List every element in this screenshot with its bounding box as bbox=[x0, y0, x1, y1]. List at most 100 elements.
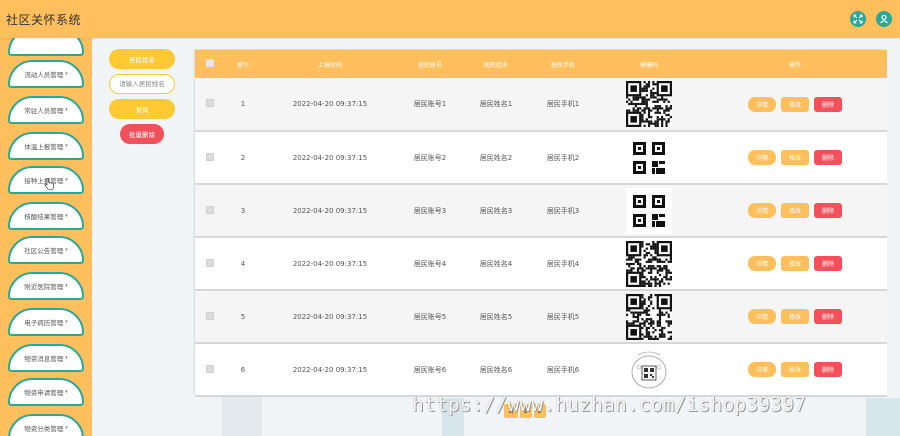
edit-button[interactable]: 修改 bbox=[781, 150, 809, 165]
user-button[interactable] bbox=[876, 11, 892, 27]
cell-account: 居民账号5 bbox=[399, 290, 461, 344]
cell-health-code bbox=[595, 184, 703, 238]
sidebar-item-supply-messages[interactable]: 物资消息管理 ▾ bbox=[8, 344, 84, 372]
cell-report-time: 2022-04-20 09:37:15 bbox=[261, 78, 399, 132]
user-icon bbox=[880, 14, 888, 24]
sidebar-item-label: 核酸结果管理 bbox=[24, 213, 64, 221]
cell-phone: 居民手机3 bbox=[531, 184, 595, 238]
sidebar-item-label: 社区公告管理 bbox=[24, 247, 64, 255]
sidebar-item-hidden[interactable] bbox=[8, 38, 84, 56]
cell-index: 3 bbox=[225, 184, 261, 238]
cell-phone: 居民手机5 bbox=[531, 290, 595, 344]
cell-actions: 详情 修改 删除 bbox=[703, 78, 887, 132]
table-row: 5 2022-04-20 09:37:15 居民账号5 居民姓名5 居民手机5 … bbox=[195, 290, 887, 344]
cell-index: 6 bbox=[225, 343, 261, 397]
edit-button[interactable]: 修改 bbox=[781, 362, 809, 377]
cell-index: 1 bbox=[225, 78, 261, 132]
cell-phone: 居民手机1 bbox=[531, 78, 595, 132]
column-header: 操作 bbox=[788, 61, 801, 69]
cell-name: 居民姓名4 bbox=[461, 237, 531, 291]
view-button[interactable]: 详情 bbox=[748, 256, 776, 271]
sidebar-item-supply-categories[interactable]: 物资分类管理 ▾ bbox=[8, 414, 84, 436]
sidebar-item-supply-requests[interactable]: 物资申请管理 ▾ bbox=[8, 378, 84, 406]
sidebar-item-community-notices[interactable]: 社区公告管理 ▾ bbox=[8, 236, 84, 264]
cell-account: 居民账号2 bbox=[399, 131, 461, 185]
delete-button[interactable]: 删除 bbox=[814, 309, 842, 324]
cell-phone: 居民手机6 bbox=[531, 343, 595, 397]
column-header: 上报时间 bbox=[317, 61, 342, 69]
row-checkbox[interactable] bbox=[206, 205, 214, 214]
chevron-down-icon: ▾ bbox=[65, 177, 68, 183]
cell-actions: 详情 修改 删除 bbox=[703, 131, 887, 185]
view-button[interactable]: 详情 bbox=[748, 309, 776, 324]
cell-health-code bbox=[595, 343, 703, 397]
qr-code-icon bbox=[626, 187, 672, 234]
cell-phone: 居民手机4 bbox=[531, 237, 595, 291]
sidebar-item-resident-people[interactable]: 常驻人员管理 ▾ bbox=[8, 96, 84, 124]
row-checkbox[interactable] bbox=[206, 99, 214, 107]
delete-button[interactable]: 删除 bbox=[814, 96, 842, 112]
fullscreen-button[interactable] bbox=[850, 11, 866, 27]
table-row: 1 2022-04-20 09:37:15 居民账号1 居民姓名1 居民手机1 … bbox=[195, 78, 887, 132]
sidebar-item-temperature-report[interactable]: 体温上报管理 ▾ bbox=[8, 132, 84, 160]
chevron-down-icon: ▾ bbox=[65, 247, 68, 253]
delete-button[interactable]: 删除 bbox=[814, 203, 842, 218]
cell-actions: 详情 修改 删除 bbox=[703, 343, 887, 397]
cell-name: 居民姓名2 bbox=[461, 131, 531, 185]
cell-phone: 居民手机2 bbox=[531, 131, 595, 185]
table-row: 3 2022-04-20 09:37:15 居民账号3 居民姓名3 居民手机3 … bbox=[195, 184, 887, 238]
delete-button[interactable]: 删除 bbox=[814, 256, 842, 271]
edit-button[interactable]: 修改 bbox=[781, 96, 809, 112]
chevron-down-icon: ▾ bbox=[65, 71, 68, 77]
chevron-down-icon: ▾ bbox=[65, 389, 68, 395]
cell-report-time: 2022-04-20 09:37:15 bbox=[261, 290, 399, 344]
sidebar-item-label: 物资分类管理 bbox=[24, 425, 64, 433]
cell-health-code bbox=[595, 290, 703, 344]
header-tools bbox=[850, 11, 892, 27]
row-checkbox[interactable] bbox=[206, 311, 214, 320]
cell-actions: 详情 修改 删除 bbox=[703, 290, 887, 344]
cell-name: 居民姓名5 bbox=[461, 290, 531, 344]
select-all-checkbox[interactable] bbox=[206, 59, 214, 67]
cell-account: 居民账号3 bbox=[399, 184, 461, 238]
background-block bbox=[866, 398, 900, 436]
cell-report-time: 2022-04-20 09:37:15 bbox=[261, 131, 399, 185]
batch-delete-button[interactable]: 批量删除 bbox=[120, 124, 164, 144]
sidebar-item-label: 体温上报管理 bbox=[24, 143, 64, 151]
row-checkbox[interactable] bbox=[206, 152, 214, 161]
cell-report-time: 2022-04-20 09:37:15 bbox=[261, 343, 399, 397]
fullscreen-icon bbox=[853, 14, 863, 24]
sidebar-item-medical-records[interactable]: 电子病历管理 ▾ bbox=[8, 308, 84, 336]
cell-report-time: 2022-04-20 09:37:15 bbox=[261, 237, 399, 291]
cell-health-code bbox=[595, 237, 703, 291]
sidebar-item-floating-residents[interactable]: 流动人员管理 ▾ bbox=[8, 60, 84, 88]
qr-code-icon bbox=[626, 346, 672, 393]
query-button[interactable]: 查询 bbox=[109, 99, 175, 119]
sidebar-item-label: 物资申请管理 bbox=[24, 389, 64, 397]
view-button[interactable]: 详情 bbox=[748, 203, 776, 218]
edit-button[interactable]: 修改 bbox=[781, 256, 809, 271]
qr-code-icon bbox=[626, 240, 672, 287]
view-button[interactable]: 详情 bbox=[748, 96, 776, 112]
app-title: 社区关怀系统 bbox=[6, 12, 82, 27]
sidebar-item-label: 流动人员管理 bbox=[24, 71, 64, 79]
view-button[interactable]: 详情 bbox=[748, 362, 776, 377]
edit-button[interactable]: 修改 bbox=[781, 203, 809, 218]
view-button[interactable]: 详情 bbox=[748, 150, 776, 165]
sidebar-item-nearby-hospitals[interactable]: 附近医院管理 ▾ bbox=[8, 272, 84, 300]
row-checkbox[interactable] bbox=[206, 364, 214, 373]
sidebar-item-nucleic-results[interactable]: 核酸结果管理 ▾ bbox=[8, 202, 84, 230]
chevron-down-icon: ▾ bbox=[65, 107, 68, 113]
column-header: 索引 bbox=[236, 61, 249, 69]
name-search-input[interactable] bbox=[109, 74, 175, 94]
cell-actions: 详情 修改 删除 bbox=[703, 184, 887, 238]
row-checkbox[interactable] bbox=[206, 258, 214, 267]
cell-index: 5 bbox=[225, 290, 261, 344]
background-block bbox=[222, 395, 262, 436]
edit-button[interactable]: 修改 bbox=[781, 309, 809, 324]
delete-button[interactable]: 删除 bbox=[814, 150, 842, 165]
cell-account: 居民账号1 bbox=[399, 78, 461, 132]
delete-button[interactable]: 删除 bbox=[814, 362, 842, 377]
table-row: 6 2022-04-20 09:37:15 居民账号6 居民姓名6 居民手机6 … bbox=[195, 343, 887, 397]
sidebar: 流动人员管理 ▾ 常驻人员管理 ▾ 体温上报管理 ▾ 接种上报管理 ▾ 核酸结果管理 ▾ … bbox=[0, 38, 92, 436]
